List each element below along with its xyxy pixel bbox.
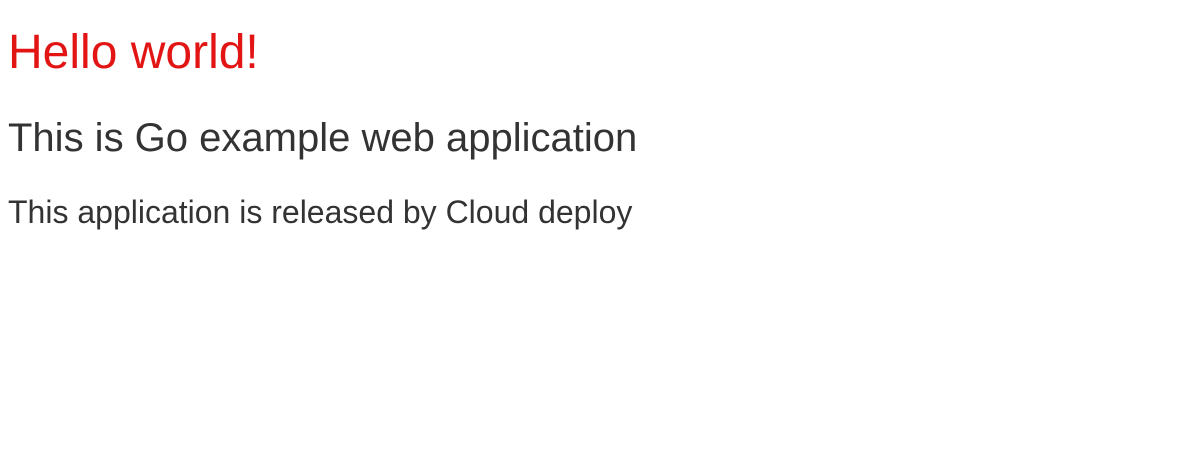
page-title: Hello world! bbox=[8, 26, 259, 79]
page-description: This application is released by Cloud de… bbox=[8, 194, 633, 230]
page-subtitle: This is Go example web application bbox=[8, 116, 638, 160]
page-root: Hello world! This is Go example web appl… bbox=[0, 0, 1204, 472]
